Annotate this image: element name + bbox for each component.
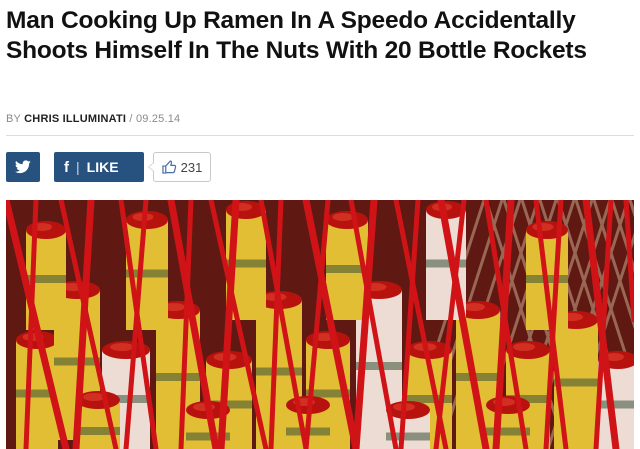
divider (6, 135, 634, 136)
facebook-f-icon: f (64, 158, 69, 176)
author-link[interactable]: CHRIS ILLUMINATI (24, 113, 126, 125)
byline-separator: / (129, 113, 133, 125)
thumbs-up-icon (162, 160, 176, 174)
twitter-share-button[interactable] (6, 152, 40, 182)
facebook-separator: | (76, 159, 80, 175)
article-headline: Man Cooking Up Ramen In A Speedo Acciden… (6, 7, 587, 64)
byline-prefix: BY (6, 113, 21, 125)
bottle-rockets-photo (6, 200, 634, 449)
like-count: 231 (180, 159, 203, 175)
byline: BY CHRIS ILLUMINATI / 09.25.14 (6, 113, 180, 125)
article-image[interactable] (6, 200, 634, 449)
publish-date: 09.25.14 (135, 113, 181, 125)
like-label: LIKE (86, 159, 119, 175)
like-count-bubble: 231 (148, 152, 211, 182)
twitter-bird-icon (15, 160, 31, 174)
facebook-like-button[interactable]: f | LIKE (54, 152, 144, 182)
